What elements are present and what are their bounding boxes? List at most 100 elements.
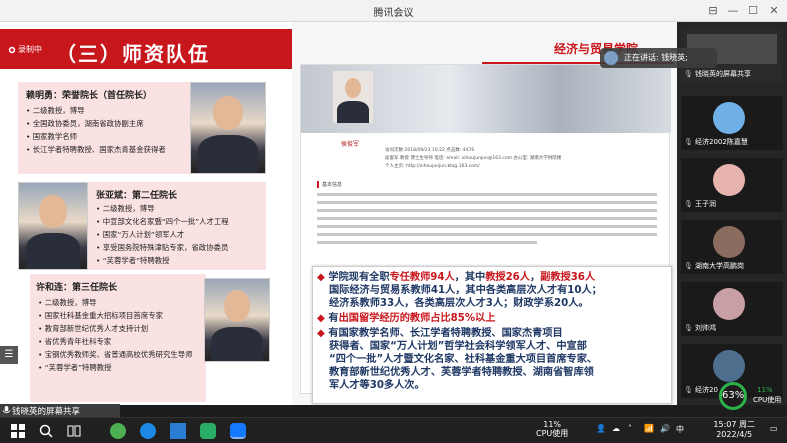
- dean-detail: 长江学者特聘教授、国家杰青基金获得者: [26, 143, 166, 156]
- mic-icon: 🎙: [684, 386, 693, 394]
- app-icon[interactable]: [110, 423, 126, 439]
- participant-panel: 🎙 钱晓英的屏幕共享 🎙 经济2002陈嘉慧 🎙 王子润 🎙 湖南大学高鹏岗 🎙…: [677, 22, 787, 405]
- dean-detail: 国家社科基金重大招标项目首席专家: [38, 309, 193, 322]
- highlight-line: 获得者、国家“万人计划”哲学社会科学领军人才、中宣部: [329, 341, 587, 352]
- dean-detail: 中宣部文化名家暨“四个一批”人才工程: [96, 215, 229, 228]
- clock-date: 2022/4/5: [716, 430, 753, 439]
- avatar: [713, 350, 745, 382]
- dean-name: 张亚斌：第二任院长: [96, 191, 178, 201]
- taskbar-clock[interactable]: 15:07 周二 2022/4/5: [713, 420, 755, 440]
- window-title: 腾讯会议: [373, 8, 414, 19]
- dean-details: 二级教授，博导 中宣部文化名家暨“四个一批”人才工程 国家“万人计划”领军人才 …: [96, 202, 229, 267]
- mic-icon: 🎙: [684, 200, 693, 208]
- dean-photo: [18, 182, 88, 270]
- recording-label: 录制中: [18, 45, 42, 54]
- doc-section-title: 基本信息: [317, 181, 342, 188]
- profile-name: 侯俊军: [341, 141, 360, 148]
- participant-name: 刘帅鸿: [695, 324, 716, 332]
- window-titlebar: 腾讯会议 ⊟ — ☐ ✕: [0, 0, 787, 22]
- avatar: [604, 51, 618, 65]
- dean-photo: [204, 278, 270, 362]
- speaking-label: 正在讲话: 钱晓英;: [624, 53, 688, 62]
- dean-card-1: 赖明勇：荣誉院长（首任院长） 二级教授，博导 全国政协委员，湖南省政协副主席 国…: [18, 82, 190, 174]
- faculty-highlight-box: ◆ 学院现有全职专任教师94人，其中教授26人，副教授36人 国际经济与贸易系教…: [312, 266, 672, 404]
- avatar: [713, 164, 745, 196]
- shared-slide: 录制中 （三）师资队伍 赖明勇：荣誉院长（首任院长） 二级教授，博导 全国政协委…: [0, 22, 677, 405]
- search-icon[interactable]: [38, 423, 54, 439]
- dean-detail: 国家教学名师: [26, 130, 166, 143]
- avatar: [713, 226, 745, 258]
- profile-photo: [333, 71, 373, 123]
- section-title: （三）师资队伍: [56, 42, 210, 66]
- highlight-line: “四个一批”人才暨文化名家、社科基金重大项目首席专家、: [329, 354, 598, 365]
- mic-icon: 🎙: [684, 70, 693, 78]
- dean-detail: 教育部新世纪优秀人才支持计划: [38, 322, 193, 335]
- highlight-line: ◆ 有出国留学经历的教师占比85%以上: [317, 313, 496, 324]
- task-view-icon[interactable]: [66, 423, 82, 439]
- cpu-tray-percent: 11%: [543, 420, 562, 429]
- dean-detail: 省优秀青年社科专家: [38, 335, 193, 348]
- sidebar-toggle-button[interactable]: ☰: [0, 346, 18, 364]
- highlight-line: 教育部新世纪优秀人才、芙蓉学者特聘教授、湖南省智库领: [329, 367, 594, 378]
- highlight-line: ◆ 有国家教学名师、长江学者特聘教授、国家杰青项目: [317, 328, 563, 339]
- minimize-icon[interactable]: —: [725, 3, 741, 19]
- dean-detail: 二级教授，博导: [96, 202, 229, 215]
- screen-share-label: 钱晓英的屏幕共享: [12, 407, 81, 417]
- participant-tile[interactable]: 🎙 经济2002陈嘉慧: [681, 96, 783, 150]
- participant-name: 经济2002陈嘉慧: [695, 138, 748, 146]
- ime-indicator[interactable]: 中: [676, 424, 684, 435]
- notification-icon[interactable]: ▭: [770, 424, 778, 433]
- dean-name: 赖明勇：荣誉院长（首任院长）: [26, 91, 153, 101]
- slide-header-band: 录制中 （三）师资队伍: [0, 29, 292, 69]
- tray-overflow-icon[interactable]: ˄: [628, 424, 632, 433]
- browser-icon[interactable]: [140, 423, 156, 439]
- weather-icon[interactable]: ☁: [612, 424, 620, 433]
- word-icon[interactable]: [170, 423, 186, 439]
- dean-detail: 二级教授，博导: [26, 104, 166, 117]
- avatar: [713, 102, 745, 134]
- participant-name: 经济20: [695, 386, 718, 394]
- participant-tile[interactable]: 🎙 刘帅鸿: [681, 282, 783, 336]
- dean-details: 二级教授，博导 全国政协委员，湖南省政协副主席 国家教学名师 长江学者特聘教授、…: [26, 104, 166, 156]
- recording-icon: [8, 46, 16, 53]
- dean-card-2: 张亚斌：第二任院长 二级教授，博导 中宣部文化名家暨“四个一批”人才工程 国家“…: [88, 182, 266, 270]
- participant-name: 王子润: [695, 200, 716, 208]
- dean-photo: [190, 82, 266, 174]
- clock-time: 15:07 周二: [713, 420, 755, 429]
- dean-detail: “芙蓉学者”特聘教授: [96, 254, 229, 267]
- dean-detail: 全国政协委员，湖南省政协副主席: [26, 117, 166, 130]
- windows-taskbar: 11% CPU使用 👤 ☁ ˄ 📶 🔊 中 15:07 周二 2022/4/5 ▭: [0, 417, 787, 443]
- people-icon[interactable]: 👤: [596, 424, 606, 433]
- wifi-icon[interactable]: 📶: [644, 424, 654, 433]
- mic-icon: 🎙: [684, 324, 693, 332]
- recording-badge: 录制中: [8, 44, 42, 55]
- screen-share-bar[interactable]: 钱晓英的屏幕共享: [0, 404, 120, 417]
- cpu-percent: 11%: [757, 386, 773, 394]
- profile-meta: 个人主页: http://xihoujunjun.blog.163.com/: [385, 164, 480, 169]
- wechat-icon[interactable]: [200, 423, 216, 439]
- windows-start-icon[interactable]: [10, 423, 26, 439]
- mic-icon: 🎙: [684, 262, 693, 270]
- highlight-line: 军人才等30多人次。: [329, 380, 425, 391]
- maximize-icon[interactable]: ☐: [745, 3, 761, 19]
- close-icon[interactable]: ✕: [766, 3, 782, 19]
- tencent-meeting-icon[interactable]: [230, 423, 246, 439]
- mic-icon: 🎙: [684, 138, 693, 146]
- avatar: [713, 288, 745, 320]
- dean-detail: “芙蓉学者”特聘教授: [38, 361, 193, 374]
- profile-meta: 侯俊军 教授 博士生导师 电话: email: xihoujunjun@163.…: [385, 156, 562, 161]
- dean-detail: 二级教授，博导: [38, 296, 193, 309]
- dean-details: 二级教授，博导 国家社科基金重大招标项目首席专家 教育部新世纪优秀人才支持计划 …: [38, 296, 193, 374]
- profile-meta: 访问次数:2018/09/23 10:22 点击数: 4476: [385, 148, 475, 153]
- pin-icon[interactable]: ⊟: [705, 3, 721, 19]
- doc-banner: [301, 65, 671, 133]
- participant-tile[interactable]: 🎙 湖南大学高鹏岗: [681, 220, 783, 274]
- participant-tile[interactable]: 🎙 王子润: [681, 158, 783, 212]
- cpu-meter[interactable]: 63%: [719, 382, 747, 410]
- dean-detail: 宝钢优秀教师奖、省普通高校优秀研究生导师: [38, 348, 193, 361]
- participant-name: 湖南大学高鹏岗: [695, 262, 744, 270]
- participant-name: 钱晓英的屏幕共享: [695, 70, 751, 78]
- speaking-indicator: 正在讲话: 钱晓英;: [600, 48, 717, 68]
- volume-icon[interactable]: 🔊: [660, 424, 670, 433]
- cpu-tray: 11% CPU使用: [536, 420, 568, 438]
